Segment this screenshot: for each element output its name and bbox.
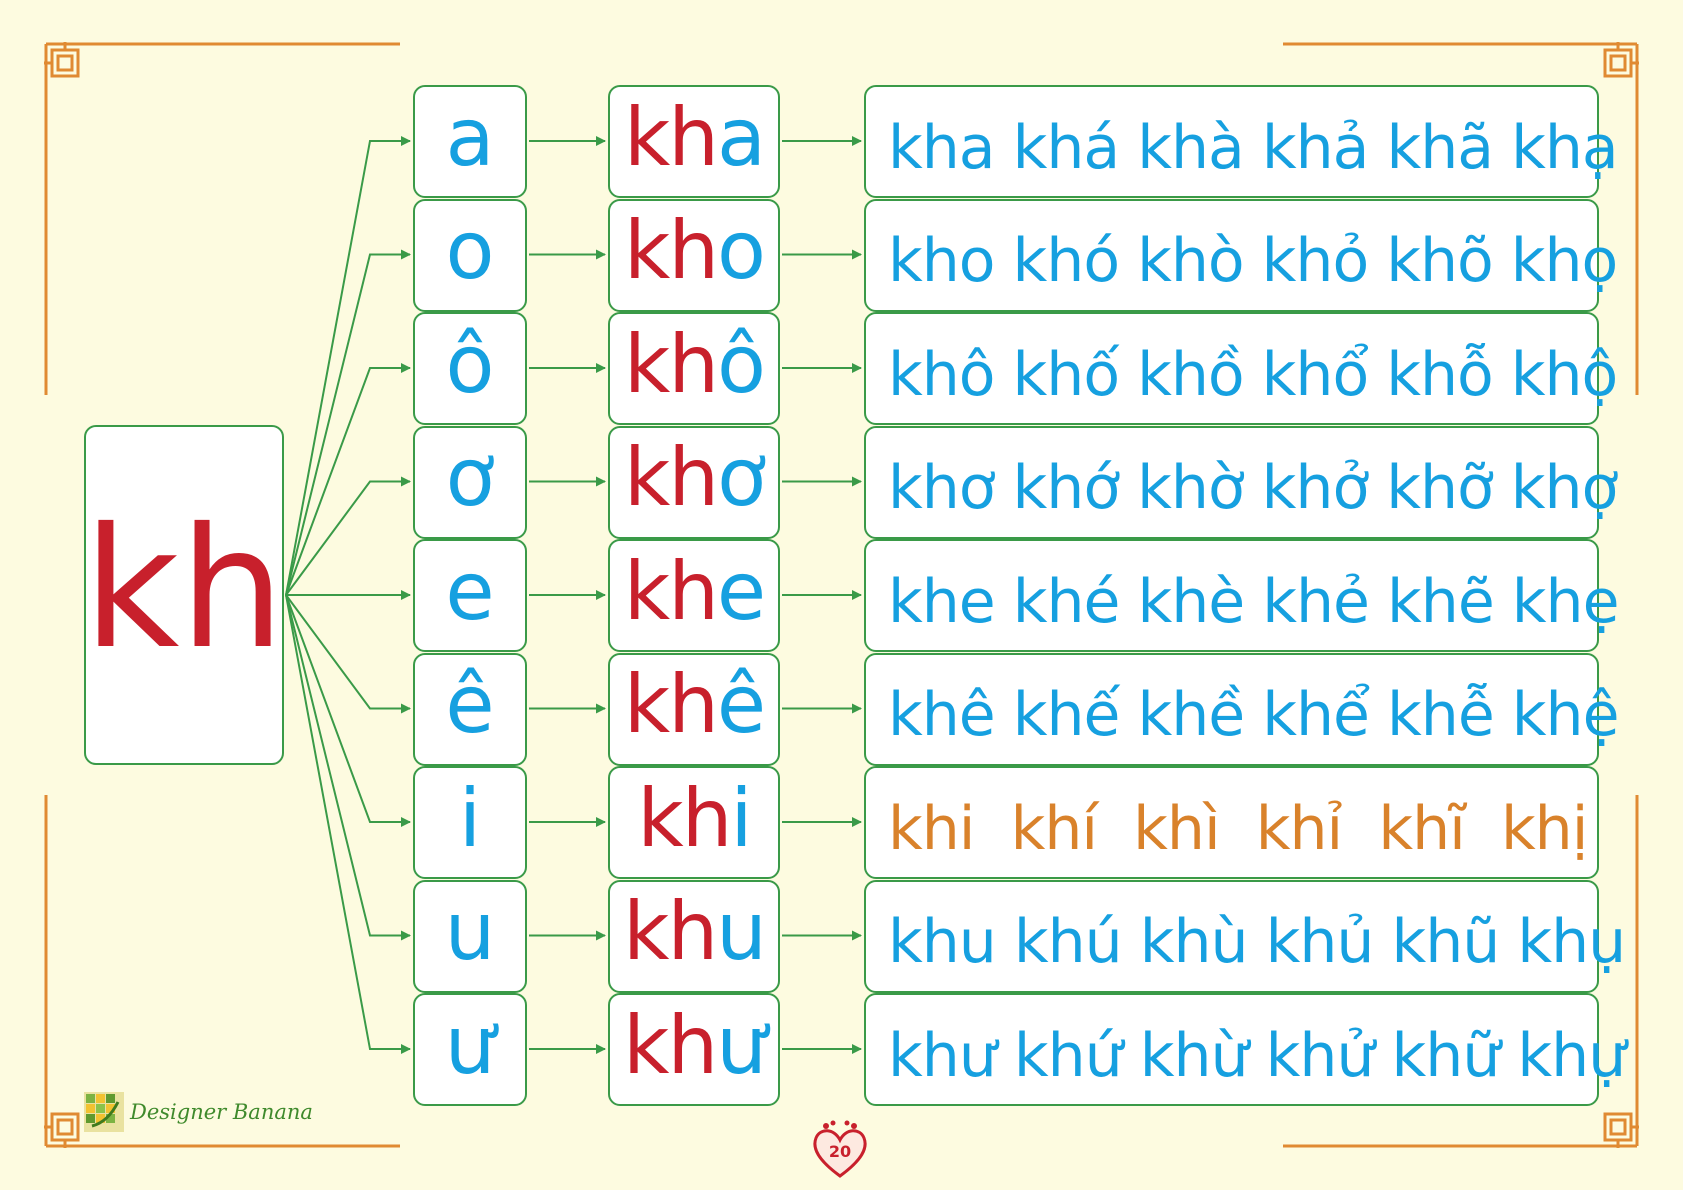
syllable-card: kha — [608, 85, 780, 198]
vowel-label: e — [445, 544, 495, 638]
vowel-card: ư — [413, 993, 527, 1106]
syllable-card: khe — [608, 539, 780, 652]
syllable-consonant: kh — [623, 885, 718, 978]
vowel-card: ơ — [413, 425, 527, 539]
syllable-consonant: kh — [624, 431, 719, 524]
syllable-label: khơ — [624, 438, 766, 518]
syllable-card: khơ — [608, 425, 780, 539]
syllable-label: khư — [623, 1005, 767, 1086]
syllable-consonant: kh — [623, 90, 719, 184]
tone-variants-label: khi khí khì khỉ khĩ khị — [888, 793, 1588, 864]
syllable-vowel: a — [717, 90, 766, 184]
designer-logo: Designer Banana — [84, 1090, 313, 1134]
syllable-vowel: o — [717, 204, 766, 297]
syllable-consonant: kh — [637, 771, 732, 865]
syllable-card: khư — [608, 993, 780, 1106]
vowel-card: i — [413, 766, 527, 879]
tone-variants-card: khơ khớ khờ khở khỡ khợ — [864, 425, 1618, 539]
tone-variants-label: kho khó khò khỏ khõ khọ — [888, 226, 1618, 296]
page-number: 20 — [828, 1142, 852, 1161]
syllable-label: khê — [624, 665, 766, 745]
tone-variants-card: kha khá khà khả khã khạ — [864, 85, 1619, 198]
vowel-card: o — [413, 198, 527, 312]
tone-variants-card: khi khí khì khỉ khĩ khị — [864, 766, 1599, 879]
tone-variants-label: kha khá khà khả khã khạ — [888, 112, 1619, 183]
syllable-card: khô — [608, 312, 780, 425]
tone-variants-card: khư khứ khừ khử khữ khự — [864, 993, 1626, 1106]
banana-mosaic-icon — [84, 1092, 124, 1132]
tone-variants-label: khơ khớ khờ khở khỡ khợ — [888, 453, 1618, 523]
syllable-consonant: kh — [623, 658, 719, 751]
vowel-label: o — [445, 204, 495, 297]
vowel-label: i — [458, 771, 482, 865]
tone-variants-label: khê khế khề khể khễ khệ — [888, 680, 1619, 750]
tone-variants-card: khe khé khè khẻ khẽ khẹ — [864, 539, 1619, 652]
page-number-badge: 20 — [808, 1118, 872, 1182]
tone-variants-card: khu khú khù khủ khũ khụ — [864, 879, 1626, 993]
syllable-vowel: u — [716, 885, 767, 978]
syllable-card: khu — [608, 879, 780, 993]
syllable-label: kho — [624, 211, 766, 291]
syllable-label: khô — [624, 324, 766, 405]
syllable-label: khi — [637, 778, 752, 859]
syllable-vowel: ư — [716, 998, 767, 1092]
tone-variants-card: kho khó khò khỏ khõ khọ — [864, 198, 1618, 312]
vowel-label: ô — [445, 317, 495, 411]
vowel-label: u — [444, 885, 496, 978]
tone-variants-label: khu khú khù khủ khũ khụ — [888, 907, 1626, 977]
syllable-consonant: kh — [623, 544, 719, 638]
syllable-card: khê — [608, 652, 780, 766]
syllable-vowel: ô — [717, 317, 766, 411]
syllable-label: khe — [624, 551, 766, 632]
vowel-label: ơ — [445, 431, 495, 524]
syllable-vowel: ơ — [717, 431, 766, 524]
syllable-consonant: kh — [624, 317, 719, 411]
vowel-label: a — [445, 90, 495, 184]
vowel-card: a — [413, 85, 527, 198]
vowel-label: ê — [445, 658, 495, 751]
syllable-vowel: ê — [716, 658, 766, 751]
logo-text: Designer Banana — [130, 1100, 313, 1124]
vowel-card: e — [413, 539, 527, 652]
syllable-vowel: e — [716, 544, 766, 638]
vowel-card: ô — [413, 312, 527, 425]
tone-variants-label: khư khứ khừ khử khữ khự — [888, 1020, 1626, 1091]
syllable-consonant: kh — [624, 204, 719, 297]
syllable-label: khu — [623, 892, 767, 972]
vowel-label: ư — [444, 998, 496, 1092]
vowel-card: ê — [413, 652, 527, 766]
tone-variants-card: khô khố khồ khổ khỗ khộ — [864, 312, 1618, 425]
syllable-vowel: i — [730, 771, 752, 865]
syllable-card: khi — [608, 766, 780, 879]
tone-variants-label: khô khố khồ khổ khỗ khộ — [888, 339, 1618, 410]
tone-variants-card: khê khế khề khể khễ khệ — [864, 652, 1619, 766]
vowel-card: u — [413, 879, 527, 993]
syllable-card: kho — [608, 198, 780, 312]
syllable-label: kha — [624, 97, 766, 178]
consonant-card: kh — [83, 425, 285, 765]
consonant-label: kh — [83, 493, 285, 686]
syllable-consonant: kh — [623, 998, 718, 1092]
tone-variants-label: khe khé khè khẻ khẽ khẹ — [888, 566, 1619, 637]
